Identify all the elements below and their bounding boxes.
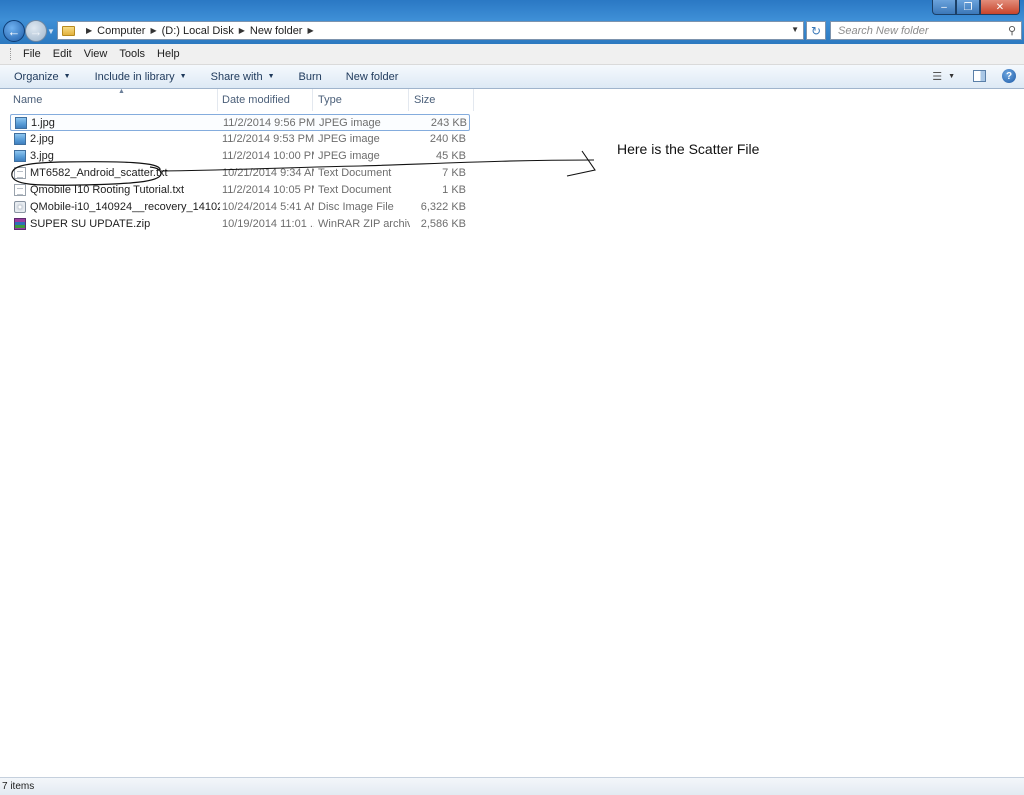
arrow-head <box>566 150 596 177</box>
highlight-circle <box>11 161 162 186</box>
status-bar: 7 items <box>0 777 1024 795</box>
item-count: 7 items <box>2 781 35 792</box>
annotation-text: Here is the Scatter File <box>617 141 760 157</box>
arrow-shaft <box>160 159 595 172</box>
hand-drawn-annotation <box>11 150 596 186</box>
